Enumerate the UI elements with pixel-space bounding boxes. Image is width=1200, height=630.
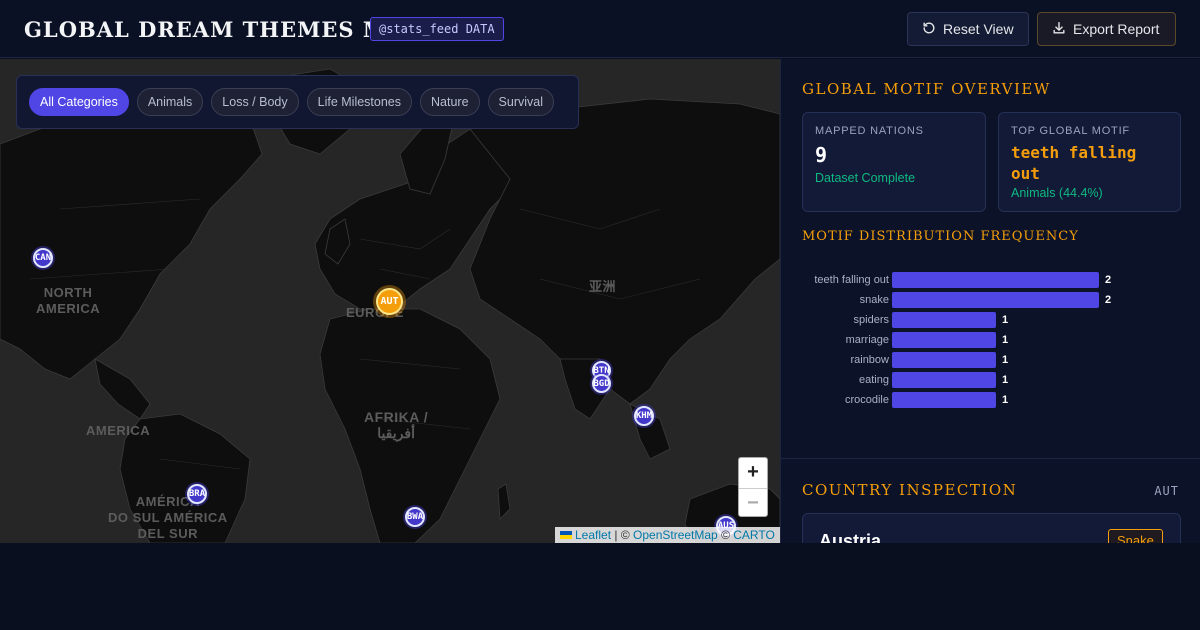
bar-label: eating	[859, 374, 889, 386]
top-motif-category: Animals (44.4%)	[1011, 186, 1103, 200]
export-report-label: Export Report	[1073, 21, 1160, 37]
country-inspection-card: Austria Snake	[802, 513, 1181, 543]
category-filter-bar: All Categories Animals Loss / Body Life …	[16, 75, 579, 129]
country-marker-can[interactable]: CAN	[33, 248, 53, 268]
filter-chip-life-milestones[interactable]: Life Milestones	[306, 88, 412, 116]
country-marker-khm[interactable]: KHM	[634, 406, 654, 426]
motif-distribution-chart: teeth falling out 2 snake 2 spiders 1 marriage…	[781, 272, 1200, 412]
top-motif-card: TOP GLOBAL MOTIF teeth falling out Anima…	[998, 112, 1181, 212]
mapped-nations-label: MAPPED NATIONS	[815, 125, 924, 137]
bar-row: spiders 1	[781, 312, 1200, 328]
motif-badge: Snake	[1108, 529, 1163, 543]
filter-chip-survival[interactable]: Survival	[487, 88, 554, 116]
page-footer-area	[0, 543, 1200, 630]
bar-label: teeth falling out	[814, 274, 889, 286]
source-badge: @stats_feed DATA	[370, 17, 504, 41]
bar	[892, 332, 996, 348]
bar	[892, 312, 996, 328]
country-marker-aut[interactable]: AUT	[376, 288, 403, 315]
bar-value-label: 1	[1002, 354, 1009, 366]
bar	[892, 292, 1099, 308]
bar-row: teeth falling out 2	[781, 272, 1200, 288]
inspection-title: COUNTRY INSPECTION	[802, 481, 1018, 499]
mapped-nations-card: MAPPED NATIONS 9 Dataset Complete	[802, 112, 986, 212]
bar-value-label: 1	[1002, 314, 1009, 326]
country-marker-bra[interactable]: BRA	[187, 484, 207, 504]
bar-label: rainbow	[850, 354, 889, 366]
label-america: AMERICA	[86, 423, 151, 438]
top-motif-label: TOP GLOBAL MOTIF	[1011, 125, 1130, 137]
mapped-nations-value: 9	[815, 143, 828, 167]
leaflet-link[interactable]: Leaflet	[575, 528, 611, 542]
top-header: GLOBAL DREAM THEMES MAP @stats_feed DATA…	[0, 0, 1200, 58]
zoom-out-button[interactable]: −	[739, 488, 767, 516]
bar	[892, 392, 996, 408]
bar-value-label: 1	[1002, 394, 1009, 406]
openstreetmap-link[interactable]: OpenStreetMap	[633, 528, 718, 542]
filter-chip-animals[interactable]: Animals	[136, 88, 204, 116]
bar	[892, 352, 996, 368]
bar-label: marriage	[845, 334, 889, 346]
country-name: Austria	[819, 531, 882, 543]
export-report-button[interactable]: Export Report	[1037, 12, 1176, 46]
label-asia: 亚洲	[589, 279, 617, 294]
attribution-separator-2: ©	[721, 528, 730, 542]
world-map[interactable]: NORTH AMERICA EUROPE 亚洲 AFRIKA / أفريقيا…	[0, 59, 780, 543]
country-marker-bwa[interactable]: BWA	[405, 507, 425, 527]
bar-row: eating 1	[781, 372, 1200, 388]
app-root: GLOBAL DREAM THEMES MAP @stats_feed DATA…	[0, 0, 1200, 630]
bar-row: marriage 1	[781, 332, 1200, 348]
attribution-separator: | ©	[614, 528, 630, 542]
ukraine-flag-icon	[560, 531, 572, 539]
distribution-title: MOTIF DISTRIBUTION FREQUENCY	[802, 229, 1079, 244]
label-north-america: NORTH AMERICA	[36, 285, 101, 316]
reset-view-label: Reset View	[943, 21, 1014, 37]
top-motif-value: teeth falling out	[1011, 143, 1137, 183]
filter-chip-all-categories[interactable]: All Categories	[29, 88, 129, 116]
app-title: GLOBAL DREAM THEMES MAP	[24, 17, 422, 42]
zoom-in-button[interactable]: +	[739, 458, 767, 488]
overview-title: GLOBAL MOTIF OVERVIEW	[802, 80, 1051, 98]
map-attribution: Leaflet | © OpenStreetMap © CARTO	[555, 527, 780, 543]
filter-chip-nature[interactable]: Nature	[420, 88, 480, 116]
bar-row: snake 2	[781, 292, 1200, 308]
bar-value-label: 2	[1105, 274, 1112, 286]
label-south-america: AMÉRICA DO SUL AMÉRICA DEL SUR	[108, 494, 228, 541]
bar-label: spiders	[853, 314, 889, 326]
bar	[892, 372, 996, 388]
reset-icon	[922, 21, 936, 38]
download-icon	[1052, 21, 1066, 38]
bar-label: crocodile	[844, 394, 889, 406]
country-marker-bgd[interactable]: BGD	[592, 374, 611, 393]
bar-value-label: 1	[1002, 334, 1009, 346]
carto-link[interactable]: CARTO	[733, 528, 775, 542]
bar-row: rainbow 1	[781, 352, 1200, 368]
bar	[892, 272, 1099, 288]
bar-value-label: 2	[1105, 294, 1112, 306]
reset-view-button[interactable]: Reset View	[907, 12, 1029, 46]
side-panel[interactable]: GLOBAL MOTIF OVERVIEW MAPPED NATIONS 9 D…	[780, 59, 1200, 543]
panel-divider	[781, 458, 1200, 459]
filter-chip-loss-body[interactable]: Loss / Body	[211, 88, 299, 116]
bar-label: snake	[859, 294, 889, 306]
bar-value-label: 1	[1002, 374, 1009, 386]
zoom-control: + −	[738, 457, 768, 517]
bar-row: crocodile 1	[781, 392, 1200, 408]
label-africa: AFRIKA / أفريقيا	[364, 409, 429, 441]
dataset-status: Dataset Complete	[815, 171, 916, 185]
inspected-country-code: AUT	[1154, 484, 1179, 498]
